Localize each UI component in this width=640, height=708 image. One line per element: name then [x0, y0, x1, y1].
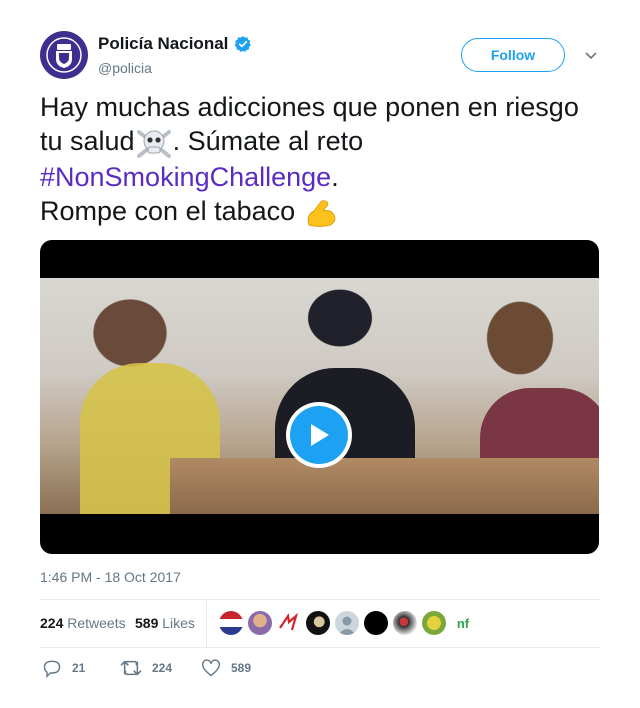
verified-badge-icon: [235, 36, 252, 52]
follow-button[interactable]: Follow: [461, 38, 565, 72]
like-count: 589: [231, 661, 252, 675]
liker-avatar[interactable]: [393, 611, 417, 635]
tweet-header: Policía Nacional @policia Follow: [40, 31, 600, 81]
liker-avatar[interactable]: [219, 611, 243, 635]
retweets-count: 224: [40, 615, 64, 631]
likes-stat[interactable]: 589 Likes: [135, 615, 195, 631]
police-badge-icon: [46, 37, 82, 73]
video-player[interactable]: [40, 240, 599, 554]
retweets-label: Retweets: [67, 615, 126, 631]
tweet-line-2b: . Súmate al reto: [172, 126, 364, 156]
name-row: Policía Nacional: [98, 34, 252, 54]
tweet-stats: 224 Retweets 589 Likes nf: [40, 599, 600, 648]
likes-label: Likes: [162, 615, 195, 631]
like-button[interactable]: 589: [201, 658, 251, 678]
liker-logo-icon: [279, 612, 299, 631]
liker-avatar[interactable]: [248, 611, 272, 635]
liker-avatar[interactable]: [335, 611, 359, 635]
tweet-timestamp[interactable]: 1:46 PM - 18 Oct 2017: [40, 569, 181, 585]
liker-avatar[interactable]: [422, 611, 446, 635]
heart-icon: [201, 659, 221, 677]
retweets-stat[interactable]: 224 Retweets: [40, 615, 126, 631]
thumbnail-table: [170, 458, 599, 514]
reply-icon: [43, 660, 61, 678]
display-name[interactable]: Policía Nacional: [98, 34, 228, 54]
tweet-line-4: Rompe con el tabaco: [40, 195, 296, 226]
video-thumbnail: [40, 278, 599, 514]
likes-count: 589: [135, 615, 159, 631]
flexed-biceps-icon: [307, 199, 336, 227]
retweet-icon: [120, 660, 142, 676]
play-icon-wrapper: [290, 406, 348, 464]
tweet-text: Hay muchas adicciones que ponen en riesg…: [40, 90, 610, 231]
handle[interactable]: @policia: [98, 60, 152, 76]
play-button[interactable]: [286, 402, 352, 468]
hashtag-link[interactable]: #NonSmokingChallenge: [40, 162, 331, 192]
avatar[interactable]: [40, 31, 88, 79]
liker-avatar[interactable]: nf: [451, 611, 475, 635]
stats-divider: [206, 600, 207, 647]
liker-avatar[interactable]: [306, 611, 330, 635]
liker-avatar[interactable]: [277, 611, 301, 635]
tweet-line-2a: tu salud: [40, 126, 135, 156]
reply-button[interactable]: 21: [42, 658, 85, 678]
default-user-icon: [338, 616, 356, 635]
retweet-count: 224: [152, 661, 173, 675]
play-icon: [311, 424, 329, 446]
retweet-button[interactable]: 224: [120, 658, 172, 678]
tweet-line-3-tail: .: [331, 161, 339, 192]
reply-count: 21: [72, 661, 86, 675]
tweet-line-1: Hay muchas adicciones que ponen en riesg…: [40, 92, 579, 122]
chevron-down-icon[interactable]: [584, 48, 598, 62]
liker-avatar[interactable]: [364, 611, 388, 635]
tweet-actions: 21 224 589: [40, 658, 600, 680]
skull-crossbones-icon: [136, 129, 171, 158]
liker-avatars: nf: [219, 611, 480, 635]
